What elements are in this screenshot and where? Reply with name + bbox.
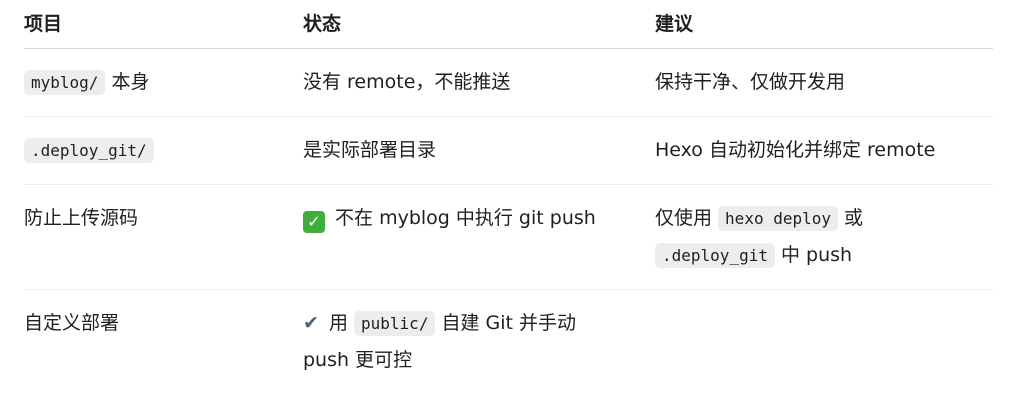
item-text: 本身 — [105, 71, 150, 93]
advice-cell: 保持干净、仅做开发用 — [655, 71, 846, 93]
table-row: myblog/ 本身 没有 remote，不能推送 保持干净、仅做开发用 — [24, 49, 993, 117]
status-cell: 是实际部署目录 — [303, 139, 437, 161]
advice-cell — [655, 305, 993, 395]
recommendation-table: 项目 状态 建议 myblog/ 本身 没有 remote，不能推送 保持干净、… — [24, 0, 993, 395]
inline-code: hexo deploy — [718, 206, 839, 231]
status-text: push 更可控 — [303, 349, 413, 371]
advice-text: 仅使用 — [655, 207, 719, 229]
status-text: 自建 Git 并手动 — [435, 312, 577, 334]
status-cell: ✔ 用 public/ 自建 Git 并手动 push 更可控 — [303, 305, 655, 395]
advice-cell: Hexo 自动初始化并绑定 remote — [655, 139, 936, 161]
header-advice: 建议 — [655, 13, 694, 35]
header-status: 状态 — [303, 13, 342, 35]
item-cell: myblog/ 本身 — [24, 64, 303, 116]
status-text: 用 — [322, 312, 355, 334]
table-header-row: 项目 状态 建议 — [24, 0, 993, 49]
advice-text: 或 — [838, 207, 864, 229]
inline-code: myblog/ — [24, 70, 106, 95]
table-row: .deploy_git/ 是实际部署目录 Hexo 自动初始化并绑定 remot… — [24, 117, 993, 185]
white-check-mark-icon: ✓ — [303, 211, 325, 233]
heavy-check-mark-icon: ✔ — [303, 312, 319, 334]
inline-code: .deploy_git — [655, 243, 775, 268]
advice-cell: 仅使用 hexo deploy 或 .deploy_git 中 push — [655, 200, 993, 289]
item-cell: .deploy_git/ — [24, 132, 303, 184]
status-cell: ✓ 不在 myblog 中执行 git push — [303, 200, 655, 289]
table-row: 防止上传源码 ✓ 不在 myblog 中执行 git push 仅使用 hexo… — [24, 185, 993, 290]
status-cell: 没有 remote，不能推送 — [303, 71, 511, 93]
item-cell: 自定义部署 — [24, 312, 120, 334]
status-text: 不在 myblog 中执行 git push — [329, 207, 596, 229]
advice-text: 中 push — [774, 244, 853, 266]
inline-code: public/ — [354, 311, 436, 336]
item-cell: 防止上传源码 — [24, 207, 139, 229]
header-item: 项目 — [24, 13, 63, 35]
table-row: 自定义部署 ✔ 用 public/ 自建 Git 并手动 push 更可控 — [24, 290, 993, 395]
inline-code: .deploy_git/ — [24, 138, 154, 163]
